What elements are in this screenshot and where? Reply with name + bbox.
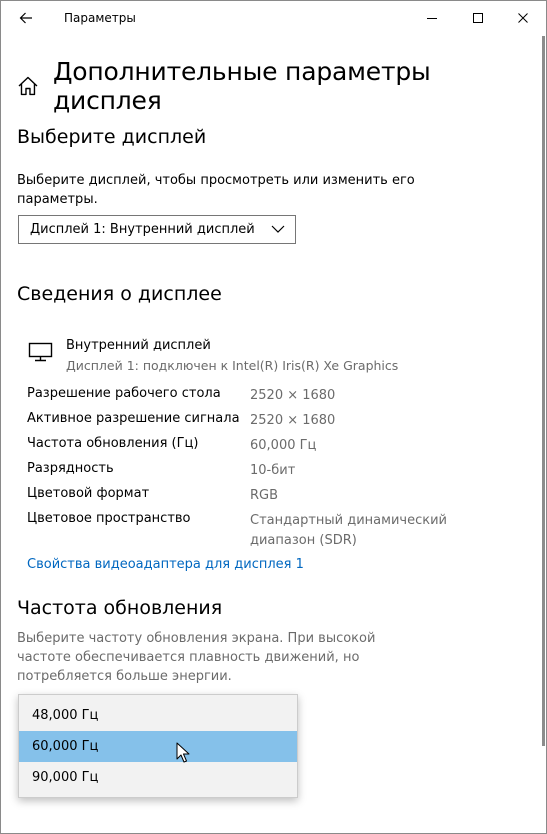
display-subtitle: Дисплей 1: подключен к Intel(R) Iris(R) … xyxy=(66,358,399,373)
mouse-cursor-icon xyxy=(176,742,190,763)
refresh-rate-option[interactable]: 48,000 Гц xyxy=(19,700,297,731)
info-key: Разрядность xyxy=(27,461,114,476)
refresh-rate-dropdown[interactable]: 48,000 Гц 60,000 Гц 90,000 Гц xyxy=(18,694,298,798)
info-key: Частота обновления (Гц) xyxy=(27,436,199,451)
display-select[interactable]: Дисплей 1: Внутренний дисплей xyxy=(18,215,296,244)
info-value: Стандартный динамический диапазон (SDR) xyxy=(250,513,447,548)
info-value: 2520 × 1680 xyxy=(250,413,336,428)
monitor-icon xyxy=(28,342,53,362)
refresh-rate-heading: Частота обновления xyxy=(17,597,223,619)
minimize-button[interactable] xyxy=(409,1,455,35)
refresh-rate-option[interactable]: 90,000 Гц xyxy=(19,762,297,793)
info-key: Цветовое пространство xyxy=(27,511,191,526)
info-value: 60,000 Гц xyxy=(250,438,317,453)
title-bar: Параметры xyxy=(1,1,546,35)
refresh-rate-option-label: 90,000 Гц xyxy=(32,770,99,785)
back-arrow-icon xyxy=(19,12,32,24)
maximize-button[interactable] xyxy=(455,1,501,35)
scrollbar[interactable] xyxy=(542,36,545,746)
window-title: Параметры xyxy=(64,11,136,25)
select-display-heading: Выберите дисплей xyxy=(17,126,207,148)
info-value: RGB xyxy=(250,488,279,503)
refresh-rate-option-label: 60,000 Гц xyxy=(32,739,99,754)
adapter-properties-link[interactable]: Свойства видеоадаптера для дисплея 1 xyxy=(27,557,304,572)
display-name: Внутренний дисплей xyxy=(66,338,211,353)
info-value: 10-бит xyxy=(250,463,296,478)
info-key: Разрешение рабочего стола xyxy=(27,386,221,401)
info-key: Активное разрешение сигнала xyxy=(27,411,240,426)
select-display-description: Выберите дисплей, чтобы просмотреть или … xyxy=(17,173,415,207)
close-icon xyxy=(518,13,528,23)
refresh-rate-option-selected[interactable]: 60,000 Гц xyxy=(19,731,297,762)
chevron-down-icon xyxy=(271,225,285,233)
page-title: Дополнительные параметры дисплея xyxy=(52,57,431,115)
info-value: 2520 × 1680 xyxy=(250,388,336,403)
page-header: Дополнительные параметры дисплея xyxy=(17,57,546,115)
display-select-value: Дисплей 1: Внутренний дисплей xyxy=(30,222,255,237)
minimize-icon xyxy=(427,18,437,19)
display-info-heading: Сведения о дисплее xyxy=(17,283,222,305)
refresh-rate-description: Выберите частоту обновления экрана. При … xyxy=(17,631,376,684)
home-icon[interactable] xyxy=(17,75,39,97)
info-key: Цветовой формат xyxy=(27,486,150,501)
back-button[interactable] xyxy=(13,5,39,31)
close-button[interactable] xyxy=(500,1,546,35)
settings-window: Параметры Дополнительные параметры диспл… xyxy=(0,0,547,834)
maximize-icon xyxy=(473,13,483,23)
refresh-rate-option-label: 48,000 Гц xyxy=(32,708,99,723)
